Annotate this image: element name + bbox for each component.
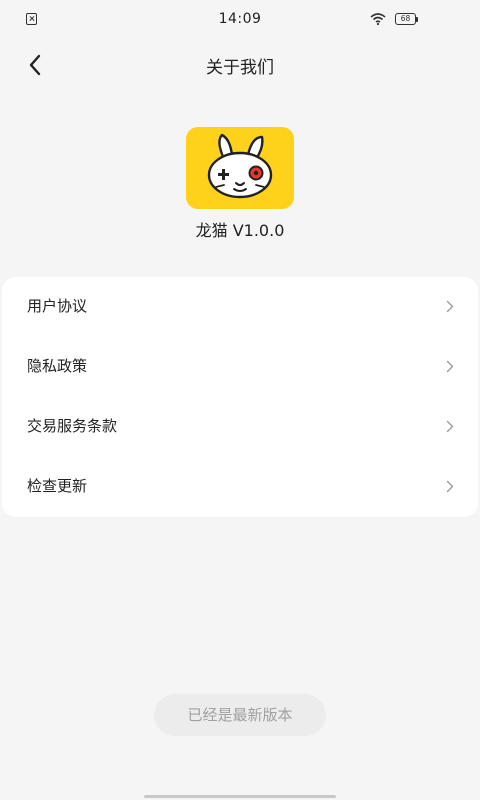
menu-item-label: 隐私政策 — [27, 357, 88, 375]
menu-item-privacy-policy[interactable]: 隐私政策 — [2, 337, 478, 397]
menu-item-user-agreement[interactable]: 用户协议 — [2, 277, 478, 337]
menu-item-label: 用户协议 — [27, 297, 88, 315]
chevron-right-icon — [446, 420, 454, 433]
battery-icon: 68 — [395, 13, 419, 25]
app-version: 龙猫 V1.0.0 — [195, 221, 285, 240]
wifi-icon — [370, 13, 386, 25]
app-logo — [186, 127, 294, 209]
battery-level: 68 — [400, 14, 411, 23]
chevron-right-icon — [446, 300, 454, 313]
status-bar: 14:09 68 — [0, 0, 480, 38]
rabbit-gamepad-logo — [207, 133, 273, 199]
menu-item-label: 交易服务条款 — [27, 417, 118, 435]
toast-message: 已经是最新版本 — [154, 694, 326, 736]
menu-item-label: 检查更新 — [27, 477, 88, 495]
home-indicator[interactable] — [144, 795, 336, 798]
chevron-right-icon — [446, 360, 454, 373]
nav-bar: 关于我们 — [0, 38, 480, 92]
settings-menu: 用户协议 隐私政策 交易服务条款 检查更新 — [2, 277, 478, 517]
chevron-right-icon — [446, 480, 454, 493]
page-title: 关于我们 — [206, 58, 274, 78]
menu-item-trade-terms[interactable]: 交易服务条款 — [2, 397, 478, 457]
menu-item-check-update[interactable]: 检查更新 — [2, 457, 478, 517]
